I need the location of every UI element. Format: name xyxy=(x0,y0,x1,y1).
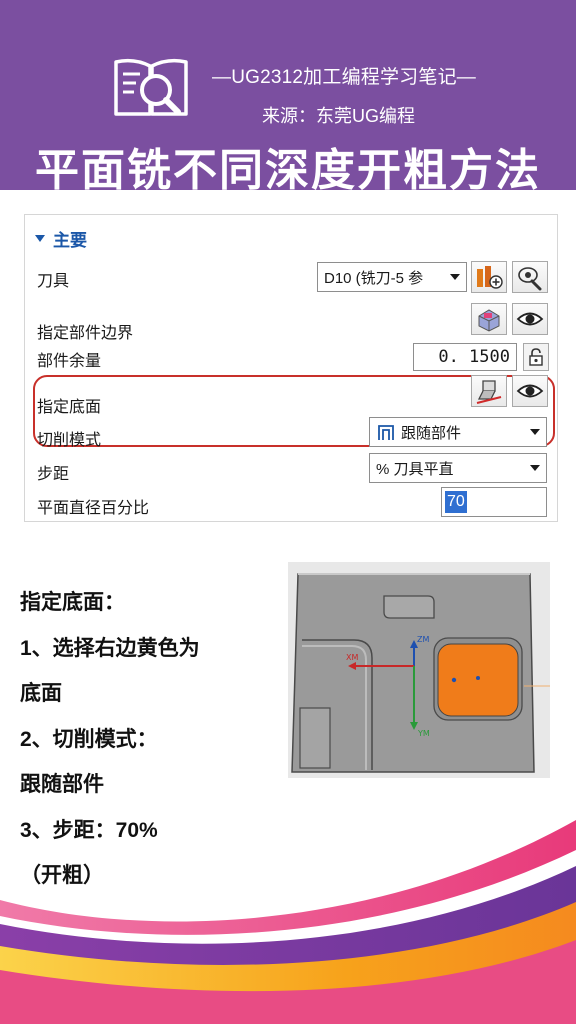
stepover-dropdown[interactable]: % 刀具平直 xyxy=(369,453,547,483)
display-eye-icon xyxy=(516,384,544,398)
flat-diameter-percent-input[interactable]: 70 xyxy=(441,487,547,517)
cut-pattern-value: 跟随部件 xyxy=(401,424,462,442)
new-tool-icon xyxy=(477,266,503,289)
axis-label-z: ZM xyxy=(417,635,429,644)
stepover-label: 步距 xyxy=(37,466,70,483)
source-credit: 来源：东莞UG编程 xyxy=(262,106,415,126)
display-boundary-button[interactable] xyxy=(512,303,548,335)
axis-label-y: YM xyxy=(417,729,430,738)
cad-viewport[interactable]: ZM XM YM xyxy=(288,562,550,778)
display-eye-icon xyxy=(516,312,544,326)
display-floor-button[interactable] xyxy=(512,375,548,407)
instruction-line: 2、切削模式： xyxy=(20,727,158,751)
tool-label: 刀具 xyxy=(37,273,70,290)
chevron-down-icon xyxy=(450,274,460,280)
instruction-line: 1、选择右边黄色为 xyxy=(20,636,200,660)
axis-label-x: XM xyxy=(346,653,358,662)
tool-dropdown[interactable]: D10 (铣刀-5 参 xyxy=(317,262,467,292)
flat-diameter-percent-value: 70 xyxy=(445,491,467,513)
chevron-down-icon xyxy=(530,465,540,471)
instruction-line: 跟随部件 xyxy=(20,773,104,796)
lock-icon xyxy=(529,348,543,366)
edit-tool-icon xyxy=(518,267,542,291)
cut-pattern-label: 切削模式 xyxy=(37,432,102,449)
floor-label: 指定底面 xyxy=(37,399,102,416)
instruction-line: 指定底面： xyxy=(20,591,125,614)
flat-diameter-percent-label: 平面直径百分比 xyxy=(37,500,150,517)
book-search-icon xyxy=(114,58,188,116)
lock-button[interactable] xyxy=(523,343,549,371)
follow-part-icon xyxy=(378,425,394,440)
tool-dropdown-value: D10 (铣刀-5 参 xyxy=(324,269,424,287)
chevron-down-icon xyxy=(530,429,540,435)
select-floor-button[interactable] xyxy=(471,375,507,407)
stepover-value: % 刀具平直 xyxy=(376,460,454,478)
decorative-wave xyxy=(0,820,576,1024)
part-model-graphic: ZM XM YM xyxy=(288,562,550,778)
part-boundary-label: 指定部件边界 xyxy=(37,325,134,342)
collapse-triangle-icon xyxy=(35,234,45,242)
instruction-line: 底面 xyxy=(20,682,62,705)
part-stock-label: 部件余量 xyxy=(37,353,102,370)
series-subtitle: —UG2312加工编程学习笔记— xyxy=(212,67,476,88)
page-title: 平面铣不同深度开粗方法 xyxy=(35,146,541,195)
select-boundary-icon xyxy=(478,309,500,332)
new-tool-button[interactable] xyxy=(471,261,507,293)
select-boundary-button[interactable] xyxy=(471,303,507,335)
section-title: 主要 xyxy=(53,230,87,250)
part-stock-input[interactable]: 0. 1500 xyxy=(413,343,517,371)
select-floor-icon xyxy=(476,380,502,404)
planar-mill-dialog: 主要 刀具 D10 (铣刀-5 参 指定部件边界 部件余量 0. 1500 指定… xyxy=(24,214,558,522)
edit-tool-button[interactable] xyxy=(512,261,548,293)
cut-pattern-dropdown[interactable]: 跟随部件 xyxy=(369,417,547,447)
header-banner: —UG2312加工编程学习笔记— 来源：东莞UG编程 平面铣不同深度开粗方法 xyxy=(0,0,576,195)
section-main-toggle[interactable]: 主要 xyxy=(35,227,87,250)
